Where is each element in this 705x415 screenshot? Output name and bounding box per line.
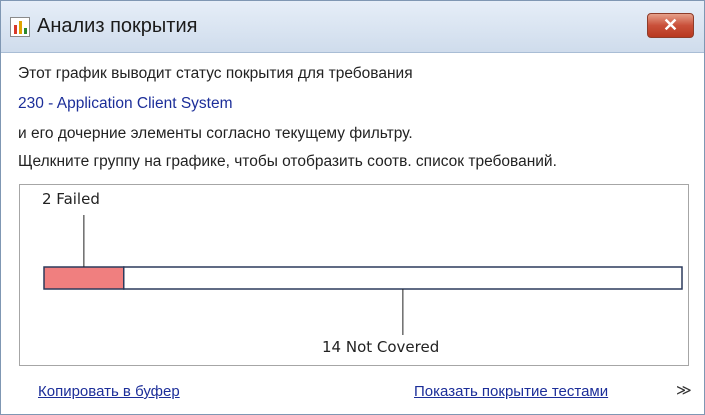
coverage-chart: 2 Failed 14 Not Covered: [19, 184, 689, 366]
chevron-down-icon[interactable]: ≫: [676, 381, 692, 399]
title-bar[interactable]: Анализ покрытия ✕: [1, 1, 704, 53]
coverage-analysis-window: Анализ покрытия ✕ Этот график выводит ст…: [0, 0, 705, 415]
bar-segment-failed[interactable]: [43, 266, 125, 290]
bar-segment-not-covered[interactable]: [123, 266, 683, 290]
bar-chart-icon: [10, 17, 30, 37]
copy-to-clipboard-link[interactable]: Копировать в буфер: [38, 383, 180, 400]
close-icon: ✕: [662, 15, 679, 35]
window-title: Анализ покрытия: [37, 15, 198, 37]
close-button[interactable]: ✕: [647, 13, 694, 38]
description-line-3: и его дочерние элементы согласно текущем…: [18, 125, 413, 142]
requirement-link[interactable]: 230 - Application Client System: [18, 95, 233, 113]
description-line-4: Щелкните группу на графике, чтобы отобра…: [18, 153, 557, 170]
description-line-1: Этот график выводит статус покрытия для …: [18, 65, 413, 82]
not-covered-data-label: 14 Not Covered: [322, 338, 440, 356]
show-test-coverage-link[interactable]: Показать покрытие тестами: [414, 383, 608, 400]
